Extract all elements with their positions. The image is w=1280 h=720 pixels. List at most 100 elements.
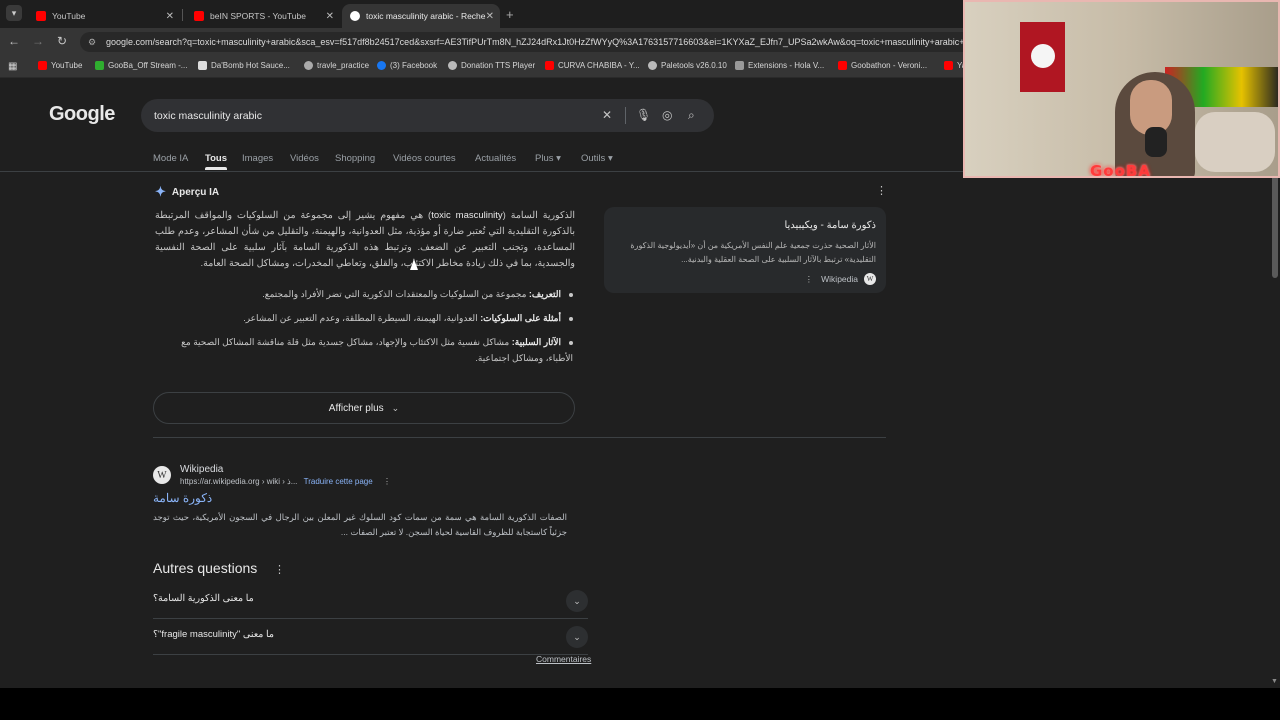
sparkle-icon: ✦ — [155, 184, 166, 199]
youtube-icon — [944, 61, 953, 70]
search-input[interactable]: toxic masculinity arabic — [141, 99, 714, 132]
bookmark-item[interactable]: Paletools v26.0.10 — [648, 61, 727, 70]
clear-icon[interactable]: ✕ — [602, 108, 612, 122]
list-item: الآثار السلبية: مشاكل نفسية مثل الاكتئاب… — [181, 337, 573, 363]
youtube-icon — [838, 61, 847, 70]
globe-icon — [648, 61, 657, 70]
chevron-down-icon[interactable]: ⌄ — [566, 626, 588, 648]
wikipedia-icon: W — [153, 466, 171, 484]
url-text: google.com/search?q=toxic+masculinity+ar… — [106, 37, 980, 47]
more-options-icon[interactable]: ⋮ — [274, 563, 285, 576]
taskbar-area — [0, 688, 1280, 720]
tab-images[interactable]: Images — [242, 153, 273, 164]
tab-tools[interactable]: Outils ▾ — [581, 153, 613, 164]
question-row[interactable]: ما معنى "fragile masculinity"؟ ⌄ — [153, 619, 588, 655]
tab-divider — [182, 9, 183, 21]
google-logo[interactable]: Google — [49, 103, 115, 126]
source-card-source: ⋮ Wikipedia W — [805, 273, 876, 285]
bookmark-item[interactable]: Goobathon - Veroni... — [838, 61, 927, 70]
close-icon[interactable]: ✕ — [486, 11, 494, 22]
more-options-icon[interactable]: ⋮ — [876, 184, 887, 197]
divider — [625, 107, 626, 124]
google-icon — [350, 11, 360, 21]
show-more-button[interactable]: Afficher plus ⌄ — [153, 392, 575, 424]
new-tab-button[interactable]: + — [506, 7, 514, 22]
microphone-image — [1145, 127, 1167, 157]
youtube-icon — [545, 61, 554, 70]
search-query: toxic masculinity arabic — [154, 109, 262, 122]
bullet-dot — [569, 316, 573, 321]
close-icon[interactable]: ✕ — [326, 11, 334, 22]
tab-shopping[interactable]: Shopping — [335, 153, 375, 164]
search-icon[interactable]: ⌕ — [688, 108, 695, 123]
tab-tous[interactable]: Tous — [205, 153, 227, 164]
bookmark-item[interactable]: Extensions - Hola V... — [735, 61, 824, 70]
lens-icon[interactable]: ◎ — [662, 108, 672, 122]
microphone-icon[interactable]: 🎙 — [636, 108, 651, 122]
bookmark-item[interactable]: Donation TTS Player — [448, 61, 535, 70]
tab-youtube[interactable]: YouTube ✕ — [28, 4, 180, 28]
chevron-down-icon: ▾ — [607, 153, 613, 164]
chevron-down-icon[interactable]: ⌄ — [566, 590, 588, 612]
bookmark-item[interactable]: YouTube — [38, 61, 82, 70]
bookmark-item[interactable]: travle_practice — [304, 61, 369, 70]
list-item: التعريف: مجموعة من السلوكيات والمعتقدات … — [163, 286, 573, 302]
wikipedia-icon: W — [864, 273, 876, 285]
reload-icon[interactable]: ↻ — [54, 34, 70, 48]
question-text: ما معنى الذكورية السامة؟ — [153, 593, 254, 604]
tab-search-button[interactable]: ▾ — [6, 5, 22, 21]
tab-title: YouTube — [52, 11, 86, 21]
chair-image — [1195, 112, 1275, 172]
highlight-term: toxic masculinity — [431, 210, 503, 221]
tab-bein-sports[interactable]: beIN SPORTS - YouTube ✕ — [186, 4, 340, 28]
browser-window: ▾ YouTube ✕ beIN SPORTS - YouTube ✕ toxi… — [0, 0, 1280, 720]
divider — [153, 437, 886, 438]
ai-overview-header: ✦ Aperçu IA — [155, 184, 219, 200]
kick-icon — [95, 61, 104, 70]
tab-videos[interactable]: Vidéos — [290, 153, 319, 164]
bookmark-icon — [198, 61, 207, 70]
mouse-cursor — [410, 259, 418, 270]
bullet-dot — [569, 292, 573, 297]
back-icon[interactable]: ← — [6, 34, 22, 48]
apps-icon[interactable]: ▦ — [8, 61, 17, 72]
list-item: أمثلة على السلوكيات: العدوانية، الهيمنة،… — [163, 310, 573, 326]
tab-more[interactable]: Plus ▾ — [535, 153, 561, 164]
more-options-icon[interactable]: ⋮ — [383, 477, 391, 486]
feedback-link[interactable]: Commentaires — [536, 654, 591, 664]
bookmark-item[interactable]: Da'Bomb Hot Sauce... — [198, 61, 290, 70]
tab-title: toxic masculinity arabic - Reche — [366, 11, 486, 21]
question-row[interactable]: ما معنى الذكورية السامة؟ ⌄ — [153, 583, 588, 619]
tab-mode-ia[interactable]: Mode IA — [153, 153, 188, 164]
bookmark-item[interactable]: (3) Facebook — [377, 61, 437, 70]
bullet-dot — [569, 340, 573, 345]
people-also-ask-title: Autres questions — [153, 560, 258, 576]
result-site-name[interactable]: Wikipedia — [180, 464, 223, 475]
tab-google-search[interactable]: toxic masculinity arabic - Reche ✕ — [342, 4, 500, 28]
puzzle-icon — [735, 61, 744, 70]
scroll-down-icon[interactable]: ▼ — [1271, 678, 1278, 685]
site-info-icon[interactable]: ⚙ — [88, 37, 98, 47]
globe-icon — [304, 61, 313, 70]
source-card-title: ذكورة سامة - ويكيبيديا — [784, 220, 876, 231]
active-tab-indicator — [205, 167, 227, 170]
content-fade — [155, 372, 575, 388]
ai-overview-title: Aperçu IA — [171, 186, 220, 198]
bookmark-item[interactable]: CURVA CHABIBA - Y... — [545, 61, 640, 70]
tab-news[interactable]: Actualités — [475, 153, 516, 164]
translate-link[interactable]: Traduire cette page — [304, 477, 373, 486]
ai-overview-paragraph: الذكورية السامة (toxic masculinity) هي م… — [155, 210, 575, 269]
more-options-icon[interactable]: ⋮ — [805, 274, 814, 285]
result-title[interactable]: ذكورة سامة — [153, 491, 212, 505]
tab-title: beIN SPORTS - YouTube — [210, 11, 306, 21]
forward-icon[interactable]: → — [30, 34, 46, 48]
flag-image — [1020, 22, 1065, 92]
tab-short-videos[interactable]: Vidéos courtes — [393, 153, 456, 164]
source-card[interactable]: ذكورة سامة - ويكيبيديا الأثار الصحية حذر… — [604, 207, 886, 293]
question-text: ما معنى "fragile masculinity"؟ — [153, 629, 275, 640]
result-snippet: الصفات الذكورية السامة هي سمة من سمات كو… — [153, 512, 567, 537]
bookmark-item[interactable]: GooBa_Off Stream -... — [95, 61, 187, 70]
close-icon[interactable]: ✕ — [166, 11, 174, 22]
youtube-icon — [194, 11, 204, 21]
chevron-down-icon: ▾ — [556, 153, 561, 164]
